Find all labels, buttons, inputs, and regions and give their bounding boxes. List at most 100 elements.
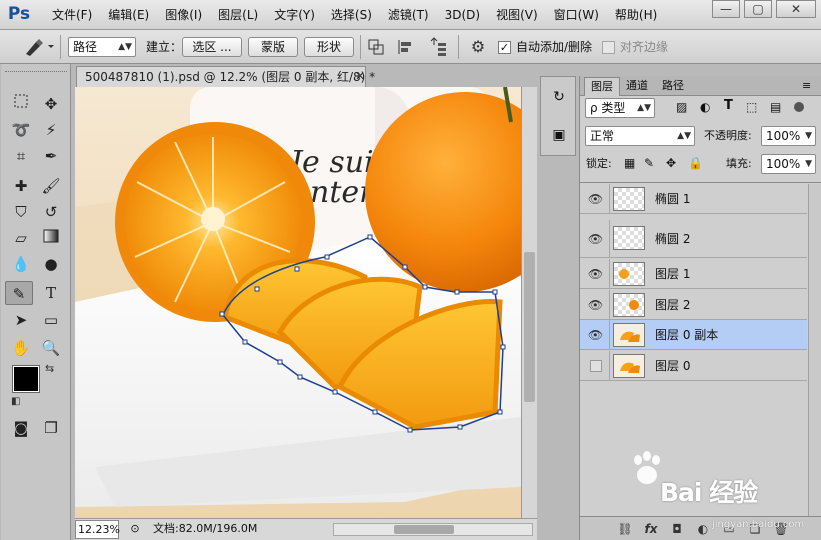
shape-button[interactable]: 形状 bbox=[304, 37, 354, 57]
document-close-icon[interactable]: ✕ bbox=[355, 66, 369, 87]
document-tab[interactable]: 500487810 (1).psd @ 12.2% (图层 0 副本, 红/8)… bbox=[76, 66, 375, 87]
pen-tool-icon[interactable]: ✎ bbox=[5, 281, 33, 305]
crop-tool-icon[interactable]: ⌗ bbox=[7, 144, 35, 168]
zoom-level-field[interactable]: 12.23% bbox=[75, 520, 120, 539]
opacity-field[interactable]: 100% ▼ bbox=[761, 126, 816, 146]
selection-button[interactable]: 选区 ... bbox=[182, 37, 242, 57]
menu-view[interactable]: 视图(V) bbox=[488, 0, 546, 30]
menu-filter[interactable]: 滤镜(T) bbox=[380, 0, 437, 30]
history-panel-icon[interactable]: ↻ bbox=[549, 87, 569, 107]
menu-help[interactable]: 帮助(H) bbox=[607, 0, 665, 30]
fx-icon[interactable]: fx bbox=[642, 520, 660, 538]
restore-button[interactable]: ▢ bbox=[744, 0, 772, 18]
menu-file[interactable]: 文件(F) bbox=[44, 0, 100, 30]
menu-select[interactable]: 选择(S) bbox=[323, 0, 380, 30]
pen-tool-preset-icon[interactable] bbox=[20, 36, 56, 58]
blur-tool-icon[interactable]: 💧 bbox=[7, 252, 35, 276]
quick-selection-tool-icon[interactable]: ⚡ bbox=[37, 118, 65, 142]
tool-mode-select[interactable]: 路径 ▲▼ bbox=[68, 37, 136, 57]
lock-pixels-icon[interactable]: ✎ bbox=[644, 156, 654, 170]
image-canvas[interactable]: Je suis ntente bbox=[75, 87, 521, 518]
history-brush-tool-icon[interactable]: ↺ bbox=[37, 200, 65, 224]
layer-row-layer-2[interactable]: 👁 图层 2 bbox=[580, 290, 807, 320]
horizontal-scroll-thumb[interactable] bbox=[394, 525, 454, 534]
panel-menu-icon[interactable]: ≡ bbox=[802, 79, 811, 92]
zoom-tool-icon[interactable]: 🔍 bbox=[37, 336, 65, 360]
lock-all-icon[interactable]: 🔒 bbox=[688, 156, 703, 170]
type-tool-icon[interactable]: T bbox=[37, 281, 65, 305]
screen-mode-icon[interactable]: ❐ bbox=[37, 416, 65, 440]
clone-stamp-tool-icon[interactable]: ⛉ bbox=[7, 200, 35, 224]
minimize-button[interactable]: — bbox=[712, 0, 740, 18]
layer-row-layer-0-copy[interactable]: 👁 图层 0 副本 bbox=[580, 320, 807, 350]
path-alignment-icon[interactable] bbox=[396, 37, 416, 57]
lock-position-icon[interactable]: ✥ bbox=[666, 156, 676, 170]
tab-channels[interactable]: 通道 bbox=[620, 77, 654, 96]
menu-edit[interactable]: 编辑(E) bbox=[100, 0, 157, 30]
eye-icon[interactable]: 👁 bbox=[582, 290, 610, 320]
menu-window[interactable]: 窗口(W) bbox=[546, 0, 607, 30]
rectangle-tool-icon[interactable]: ▭ bbox=[37, 308, 65, 332]
filter-type-icon[interactable]: T bbox=[724, 98, 738, 113]
fill-field[interactable]: 100% ▼ bbox=[761, 154, 816, 174]
menu-layer[interactable]: 图层(L) bbox=[210, 0, 266, 30]
gear-icon[interactable]: ⚙ bbox=[468, 37, 488, 57]
eye-icon[interactable]: 👁 bbox=[582, 320, 610, 350]
tab-layers[interactable]: 图层 bbox=[584, 77, 620, 96]
menu-image[interactable]: 图像(I) bbox=[157, 0, 210, 30]
status-menu-icon[interactable]: ⊙ bbox=[127, 521, 143, 537]
menu-type[interactable]: 文字(Y) bbox=[266, 0, 323, 30]
filter-toggle-icon[interactable] bbox=[794, 102, 804, 112]
panel-grip[interactable] bbox=[5, 66, 67, 72]
eyedropper-tool-icon[interactable]: ✒ bbox=[37, 144, 65, 168]
filter-pixel-icon[interactable]: ▨ bbox=[676, 100, 690, 114]
link-layers-icon[interactable]: ⛓ bbox=[616, 520, 634, 538]
add-mask-icon[interactable]: ◘ bbox=[668, 520, 686, 538]
vertical-scroll-thumb[interactable] bbox=[524, 252, 535, 402]
adjustment-layer-icon[interactable]: ◐ bbox=[694, 520, 712, 538]
marquee-tool-icon[interactable] bbox=[7, 92, 35, 116]
fill-label: 填充: bbox=[726, 157, 752, 170]
opacity-value: 100% bbox=[766, 129, 801, 143]
path-selection-tool-icon[interactable]: ➤ bbox=[7, 308, 35, 332]
blend-mode-value: 正常 bbox=[590, 129, 615, 143]
tab-paths[interactable]: 路径 bbox=[656, 77, 690, 96]
filter-smart-object-icon[interactable]: ▤ bbox=[770, 100, 784, 114]
eraser-tool-icon[interactable]: ▱ bbox=[7, 226, 35, 250]
menu-3d[interactable]: 3D(D) bbox=[437, 0, 488, 30]
layer-row-ellipse-1[interactable]: 👁 椭圆 1 bbox=[580, 184, 807, 214]
canvas-vertical-scrollbar[interactable] bbox=[521, 87, 537, 518]
gradient-tool-icon[interactable] bbox=[37, 226, 65, 250]
default-colors-icon[interactable]: ◧ bbox=[11, 396, 20, 407]
swap-colors-icon[interactable]: ⇆ bbox=[45, 362, 54, 375]
3d-panel-icon[interactable]: ▣ bbox=[549, 125, 569, 145]
blend-mode-select[interactable]: 正常 ▲▼ bbox=[585, 126, 695, 146]
filter-adjustment-icon[interactable]: ◐ bbox=[700, 100, 714, 114]
mask-button[interactable]: 蒙版 bbox=[248, 37, 298, 57]
filter-shape-icon[interactable]: ⬚ bbox=[746, 100, 760, 114]
foreground-color-swatch[interactable] bbox=[12, 365, 40, 393]
dodge-tool-icon[interactable]: ● bbox=[37, 252, 65, 276]
lasso-tool-icon[interactable]: ➰ bbox=[7, 118, 35, 142]
canvas-horizontal-scrollbar[interactable] bbox=[333, 523, 533, 536]
auto-add-delete-checkbox[interactable]: ✓ bbox=[498, 41, 511, 54]
move-tool-icon[interactable]: ✥ bbox=[37, 92, 65, 116]
layer-row-layer-0[interactable]: 图层 0 bbox=[580, 351, 807, 381]
lock-transparency-icon[interactable]: ▦ bbox=[624, 156, 635, 170]
eye-icon[interactable]: 👁 bbox=[582, 220, 610, 258]
path-arrangement-icon[interactable] bbox=[426, 37, 448, 57]
visibility-toggle-empty[interactable] bbox=[582, 351, 610, 381]
layers-scrollbar[interactable] bbox=[808, 184, 821, 516]
healing-brush-tool-icon[interactable]: ✚ bbox=[7, 174, 35, 198]
layer-row-layer-1[interactable]: 👁 图层 1 bbox=[580, 259, 807, 289]
eye-icon[interactable]: 👁 bbox=[582, 259, 610, 289]
layer-row-ellipse-2[interactable]: 👁 椭圆 2 bbox=[580, 220, 807, 258]
align-edges-checkbox[interactable] bbox=[602, 41, 615, 54]
brush-tool-icon[interactable]: 🖌 bbox=[37, 174, 65, 198]
eye-icon[interactable]: 👁 bbox=[582, 184, 610, 214]
quick-mask-icon[interactable]: ◙ bbox=[7, 416, 35, 440]
layer-filter-select[interactable]: ρ 类型 ▲▼ bbox=[585, 98, 655, 118]
close-button[interactable]: ✕ bbox=[776, 0, 816, 18]
path-operations-icon[interactable] bbox=[366, 37, 386, 57]
hand-tool-icon[interactable]: ✋ bbox=[7, 336, 35, 360]
